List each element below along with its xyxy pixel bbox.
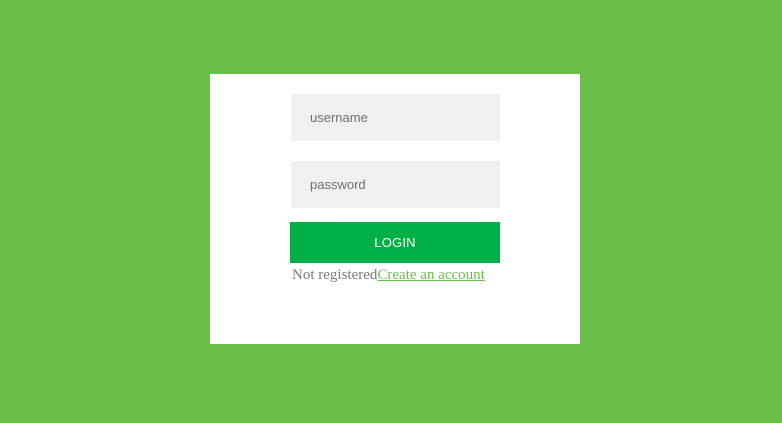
register-prompt: Not registeredCreate an account [292,267,512,284]
password-input[interactable] [291,161,500,208]
username-input[interactable] [291,94,500,141]
not-registered-text: Not registered [292,267,378,283]
create-account-link[interactable]: Create an account [377,267,484,283]
login-card: LOGIN Not registeredCreate an account [210,74,580,344]
login-button[interactable]: LOGIN [290,222,500,263]
